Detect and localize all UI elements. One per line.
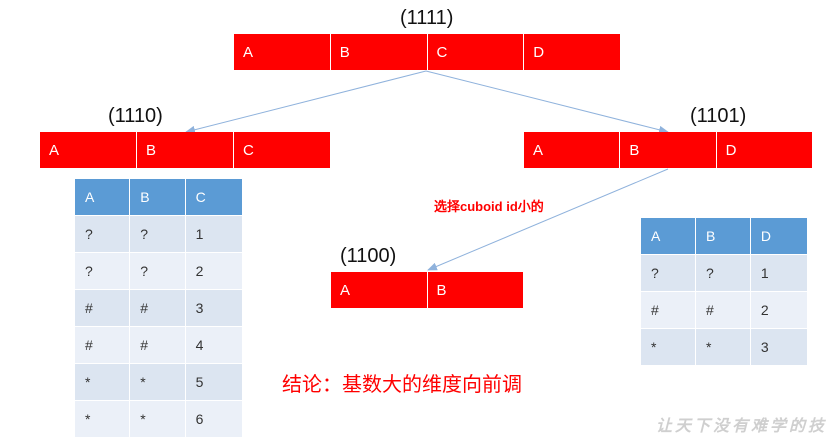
- table-cell: *: [129, 400, 186, 438]
- node-label-1110: (1110): [108, 105, 163, 127]
- node-label-1101: (1101): [690, 105, 747, 127]
- table-row: * * 6: [73, 400, 244, 438]
- table-cell: *: [73, 400, 131, 438]
- table-cell: 1: [184, 215, 244, 253]
- table-cell: *: [640, 328, 696, 366]
- table-cell: 2: [184, 252, 244, 290]
- table-cell: ?: [73, 252, 131, 290]
- table-cell: #: [129, 289, 186, 327]
- table-cell: ?: [640, 254, 696, 292]
- table-cell: ?: [73, 215, 131, 253]
- table-cell: #: [640, 291, 696, 329]
- column-header: B: [694, 217, 751, 255]
- arrow-1101-to-1100: [427, 168, 669, 271]
- conclusion-text: 结论：基数大的维度向前调: [282, 374, 522, 396]
- node-label-1111: (1111): [400, 7, 454, 29]
- node-label-1100: (1100): [340, 245, 397, 267]
- table-row: ? ? 1: [73, 215, 244, 253]
- column-header: C: [184, 178, 244, 216]
- dimension-cell: C: [428, 34, 525, 70]
- dimension-cell: B: [331, 34, 428, 70]
- left-data-table: A B C ? ? 1 ? ? 2 # # 3 # # 4 * * 5 * * …: [73, 178, 244, 438]
- right-data-table: A B D ? ? 1 # # 2 * * 3: [640, 217, 809, 366]
- dimension-cell: A: [40, 132, 137, 168]
- table-cell: #: [73, 289, 131, 327]
- table-cell: *: [694, 328, 751, 366]
- table-cell: ?: [129, 252, 186, 290]
- column-header: D: [749, 217, 809, 255]
- cuboid-bar-1100: A B: [331, 272, 523, 308]
- dimension-cell: B: [436, 281, 447, 299]
- table-header-row: A B D: [640, 217, 809, 255]
- table-cell: #: [694, 291, 751, 329]
- selection-annotation: 选择cuboid id小的: [434, 199, 544, 214]
- table-header-row: A B C: [73, 178, 244, 216]
- dimension-cell: B: [137, 132, 234, 168]
- table-cell: 2: [749, 291, 809, 329]
- dimension-cell: A: [331, 272, 428, 308]
- column-header: A: [640, 217, 696, 255]
- table-cell: ?: [694, 254, 751, 292]
- arrow-1111-to-1110: [185, 70, 427, 134]
- table-cell: #: [129, 326, 186, 364]
- table-cell: *: [129, 363, 186, 401]
- table-row: ? ? 1: [640, 254, 809, 292]
- table-row: * * 5: [73, 363, 244, 401]
- table-row: # # 4: [73, 326, 244, 364]
- table-cell: 3: [749, 328, 809, 366]
- table-cell: 3: [184, 289, 244, 327]
- table-cell: ?: [129, 215, 186, 253]
- dimension-cell: D: [725, 141, 737, 159]
- table-cell: *: [73, 363, 131, 401]
- table-cell: #: [73, 326, 131, 364]
- dimension-cell: D: [533, 43, 545, 61]
- dimension-cell: B: [620, 132, 717, 168]
- column-header: B: [129, 178, 186, 216]
- cuboid-bar-1110: A B C: [40, 132, 330, 168]
- table-row: # # 2: [640, 291, 809, 329]
- table-row: * * 3: [640, 328, 809, 366]
- dimension-cell: C: [243, 141, 254, 159]
- table-row: # # 3: [73, 289, 244, 327]
- dimension-cell: A: [234, 34, 331, 70]
- table-cell: 5: [184, 363, 244, 401]
- cuboid-bar-1101: A B D: [524, 132, 812, 168]
- column-header: A: [73, 178, 131, 216]
- table-cell: 1: [749, 254, 809, 292]
- table-row: ? ? 2: [73, 252, 244, 290]
- watermark-text: 让天下没有难学的技: [656, 418, 828, 435]
- table-cell: 6: [184, 400, 244, 438]
- cuboid-bar-1111: A B C D: [234, 34, 620, 70]
- table-cell: 4: [184, 326, 244, 364]
- arrow-1111-to-1101: [425, 70, 669, 134]
- dimension-cell: A: [524, 132, 621, 168]
